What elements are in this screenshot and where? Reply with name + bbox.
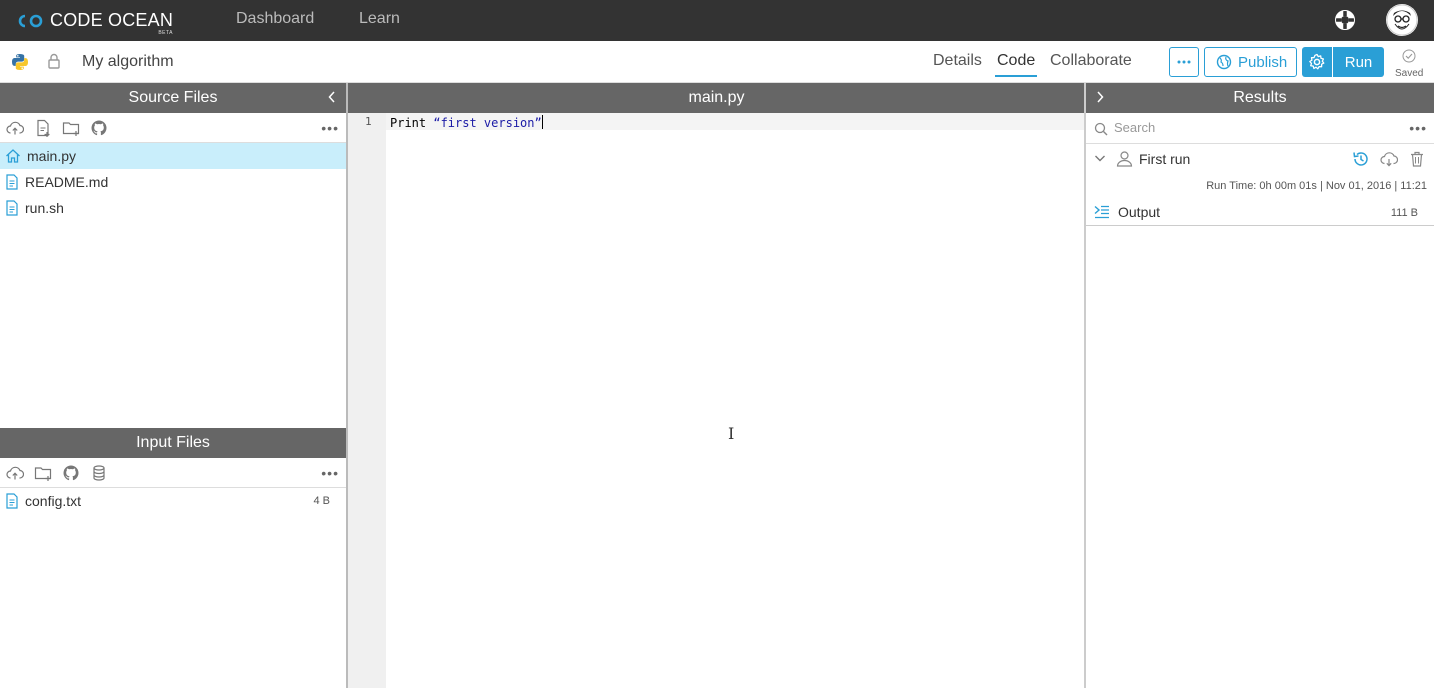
editor-filename: main.py bbox=[688, 89, 745, 106]
new-folder-icon[interactable] bbox=[34, 464, 52, 482]
collapse-left-icon[interactable] bbox=[328, 90, 336, 106]
output-item[interactable]: Output 111 B bbox=[1086, 199, 1434, 226]
source-files-toolbar: ••• bbox=[0, 113, 346, 143]
file-icon bbox=[6, 200, 18, 216]
publish-button[interactable]: Publish bbox=[1204, 47, 1297, 77]
new-folder-icon[interactable] bbox=[62, 119, 80, 137]
github-icon[interactable] bbox=[62, 464, 80, 482]
text-cursor bbox=[541, 115, 543, 129]
file-item-config[interactable]: config.txt 4 B bbox=[0, 488, 346, 514]
upload-cloud-icon[interactable] bbox=[6, 119, 24, 137]
chevron-down-icon[interactable] bbox=[1094, 152, 1106, 164]
terminal-output-icon bbox=[1094, 205, 1109, 219]
code-ocean-logo[interactable]: CODE OCEAN BETA bbox=[18, 10, 174, 36]
file-size: 4 B bbox=[313, 495, 330, 507]
input-files-header: Input Files bbox=[0, 428, 346, 458]
file-name: main.py bbox=[27, 148, 77, 164]
help-lifebuoy-icon[interactable] bbox=[1334, 9, 1356, 31]
nav-dashboard-link[interactable]: Dashboard bbox=[236, 10, 314, 28]
tab-details[interactable]: Details bbox=[933, 52, 982, 75]
source-files-title: Source Files bbox=[128, 89, 218, 106]
output-label: Output bbox=[1118, 204, 1161, 220]
run-meta: Run Time: 0h 00m 01s | Nov 01, 2016 | 11… bbox=[1206, 180, 1427, 192]
file-item-main-py[interactable]: main.py bbox=[0, 143, 346, 169]
code-keyword: Print bbox=[390, 116, 434, 130]
github-icon[interactable] bbox=[90, 119, 108, 137]
download-cloud-icon[interactable] bbox=[1380, 150, 1398, 168]
user-avatar[interactable] bbox=[1386, 4, 1418, 36]
results-panel: Results ••• First run bbox=[1086, 83, 1434, 688]
line-number: 1 bbox=[365, 115, 372, 128]
avatar-face-icon bbox=[1386, 4, 1418, 36]
run-name: First run bbox=[1139, 151, 1191, 167]
results-search-input[interactable] bbox=[1114, 120, 1394, 135]
new-file-icon[interactable] bbox=[34, 119, 52, 137]
nav-learn-link[interactable]: Learn bbox=[359, 10, 400, 28]
input-files-title: Input Files bbox=[136, 434, 210, 451]
results-search: ••• bbox=[1086, 113, 1434, 144]
run-settings-button[interactable] bbox=[1302, 47, 1332, 77]
capsule-title[interactable]: My algorithm bbox=[82, 53, 174, 71]
saved-label: Saved bbox=[1395, 68, 1424, 79]
collapse-right-icon[interactable] bbox=[1096, 90, 1104, 106]
files-panel: Source Files ••• main.py README.md run.s… bbox=[0, 83, 346, 688]
results-title: Results bbox=[1233, 89, 1287, 106]
saved-status: Saved bbox=[1395, 49, 1423, 79]
gear-icon bbox=[1309, 53, 1325, 70]
check-circle-icon bbox=[1402, 49, 1416, 63]
logo-mark-icon bbox=[18, 14, 43, 27]
input-more-icon[interactable]: ••• bbox=[321, 465, 339, 481]
editor-header: main.py bbox=[348, 83, 1085, 113]
globe-icon bbox=[1216, 54, 1232, 70]
history-icon[interactable] bbox=[1352, 150, 1370, 168]
tab-code[interactable]: Code bbox=[995, 52, 1038, 77]
results-header: Results bbox=[1086, 83, 1434, 113]
output-size: 111 B bbox=[1390, 207, 1418, 219]
run-button[interactable]: Run bbox=[1333, 47, 1384, 77]
lock-icon[interactable] bbox=[47, 53, 61, 70]
run-entry[interactable]: First run bbox=[1086, 144, 1434, 174]
capsule-toolbar: My algorithm Details Code Collaborate Pu… bbox=[0, 41, 1434, 83]
file-item-run-sh[interactable]: run.sh bbox=[0, 195, 346, 221]
file-item-readme[interactable]: README.md bbox=[0, 169, 346, 195]
python-icon bbox=[12, 54, 28, 70]
user-icon bbox=[1116, 151, 1133, 167]
logo-text: CODE OCEAN bbox=[50, 10, 174, 30]
search-icon bbox=[1094, 122, 1108, 136]
home-icon bbox=[6, 149, 20, 163]
tab-collaborate[interactable]: Collaborate bbox=[1050, 52, 1132, 75]
file-icon bbox=[6, 174, 18, 190]
code-string: “first version” bbox=[433, 116, 542, 130]
line-gutter bbox=[348, 113, 386, 688]
file-name: config.txt bbox=[25, 493, 82, 509]
code-editor-panel: main.py 1 Print “first version” I bbox=[348, 83, 1085, 688]
run-actions bbox=[1342, 150, 1426, 168]
upload-cloud-icon[interactable] bbox=[6, 464, 24, 482]
database-icon[interactable] bbox=[90, 464, 108, 482]
beta-badge: BETA bbox=[158, 30, 174, 36]
file-name: run.sh bbox=[25, 200, 64, 216]
top-nav-bar: CODE OCEAN BETA Dashboard Learn bbox=[0, 0, 1434, 41]
file-icon bbox=[6, 493, 18, 509]
more-options-button[interactable] bbox=[1169, 47, 1199, 77]
ellipsis-icon bbox=[1177, 60, 1191, 64]
source-files-header: Source Files bbox=[0, 83, 346, 113]
results-more-icon[interactable]: ••• bbox=[1409, 120, 1427, 136]
trash-icon[interactable] bbox=[1408, 150, 1426, 168]
mouse-ibeam-cursor: I bbox=[728, 424, 735, 443]
file-name: README.md bbox=[25, 174, 109, 190]
input-files-toolbar: ••• bbox=[0, 458, 346, 488]
code-line[interactable]: Print “first version” bbox=[390, 115, 543, 130]
publish-label: Publish bbox=[1238, 53, 1288, 71]
source-more-icon[interactable]: ••• bbox=[321, 120, 339, 136]
